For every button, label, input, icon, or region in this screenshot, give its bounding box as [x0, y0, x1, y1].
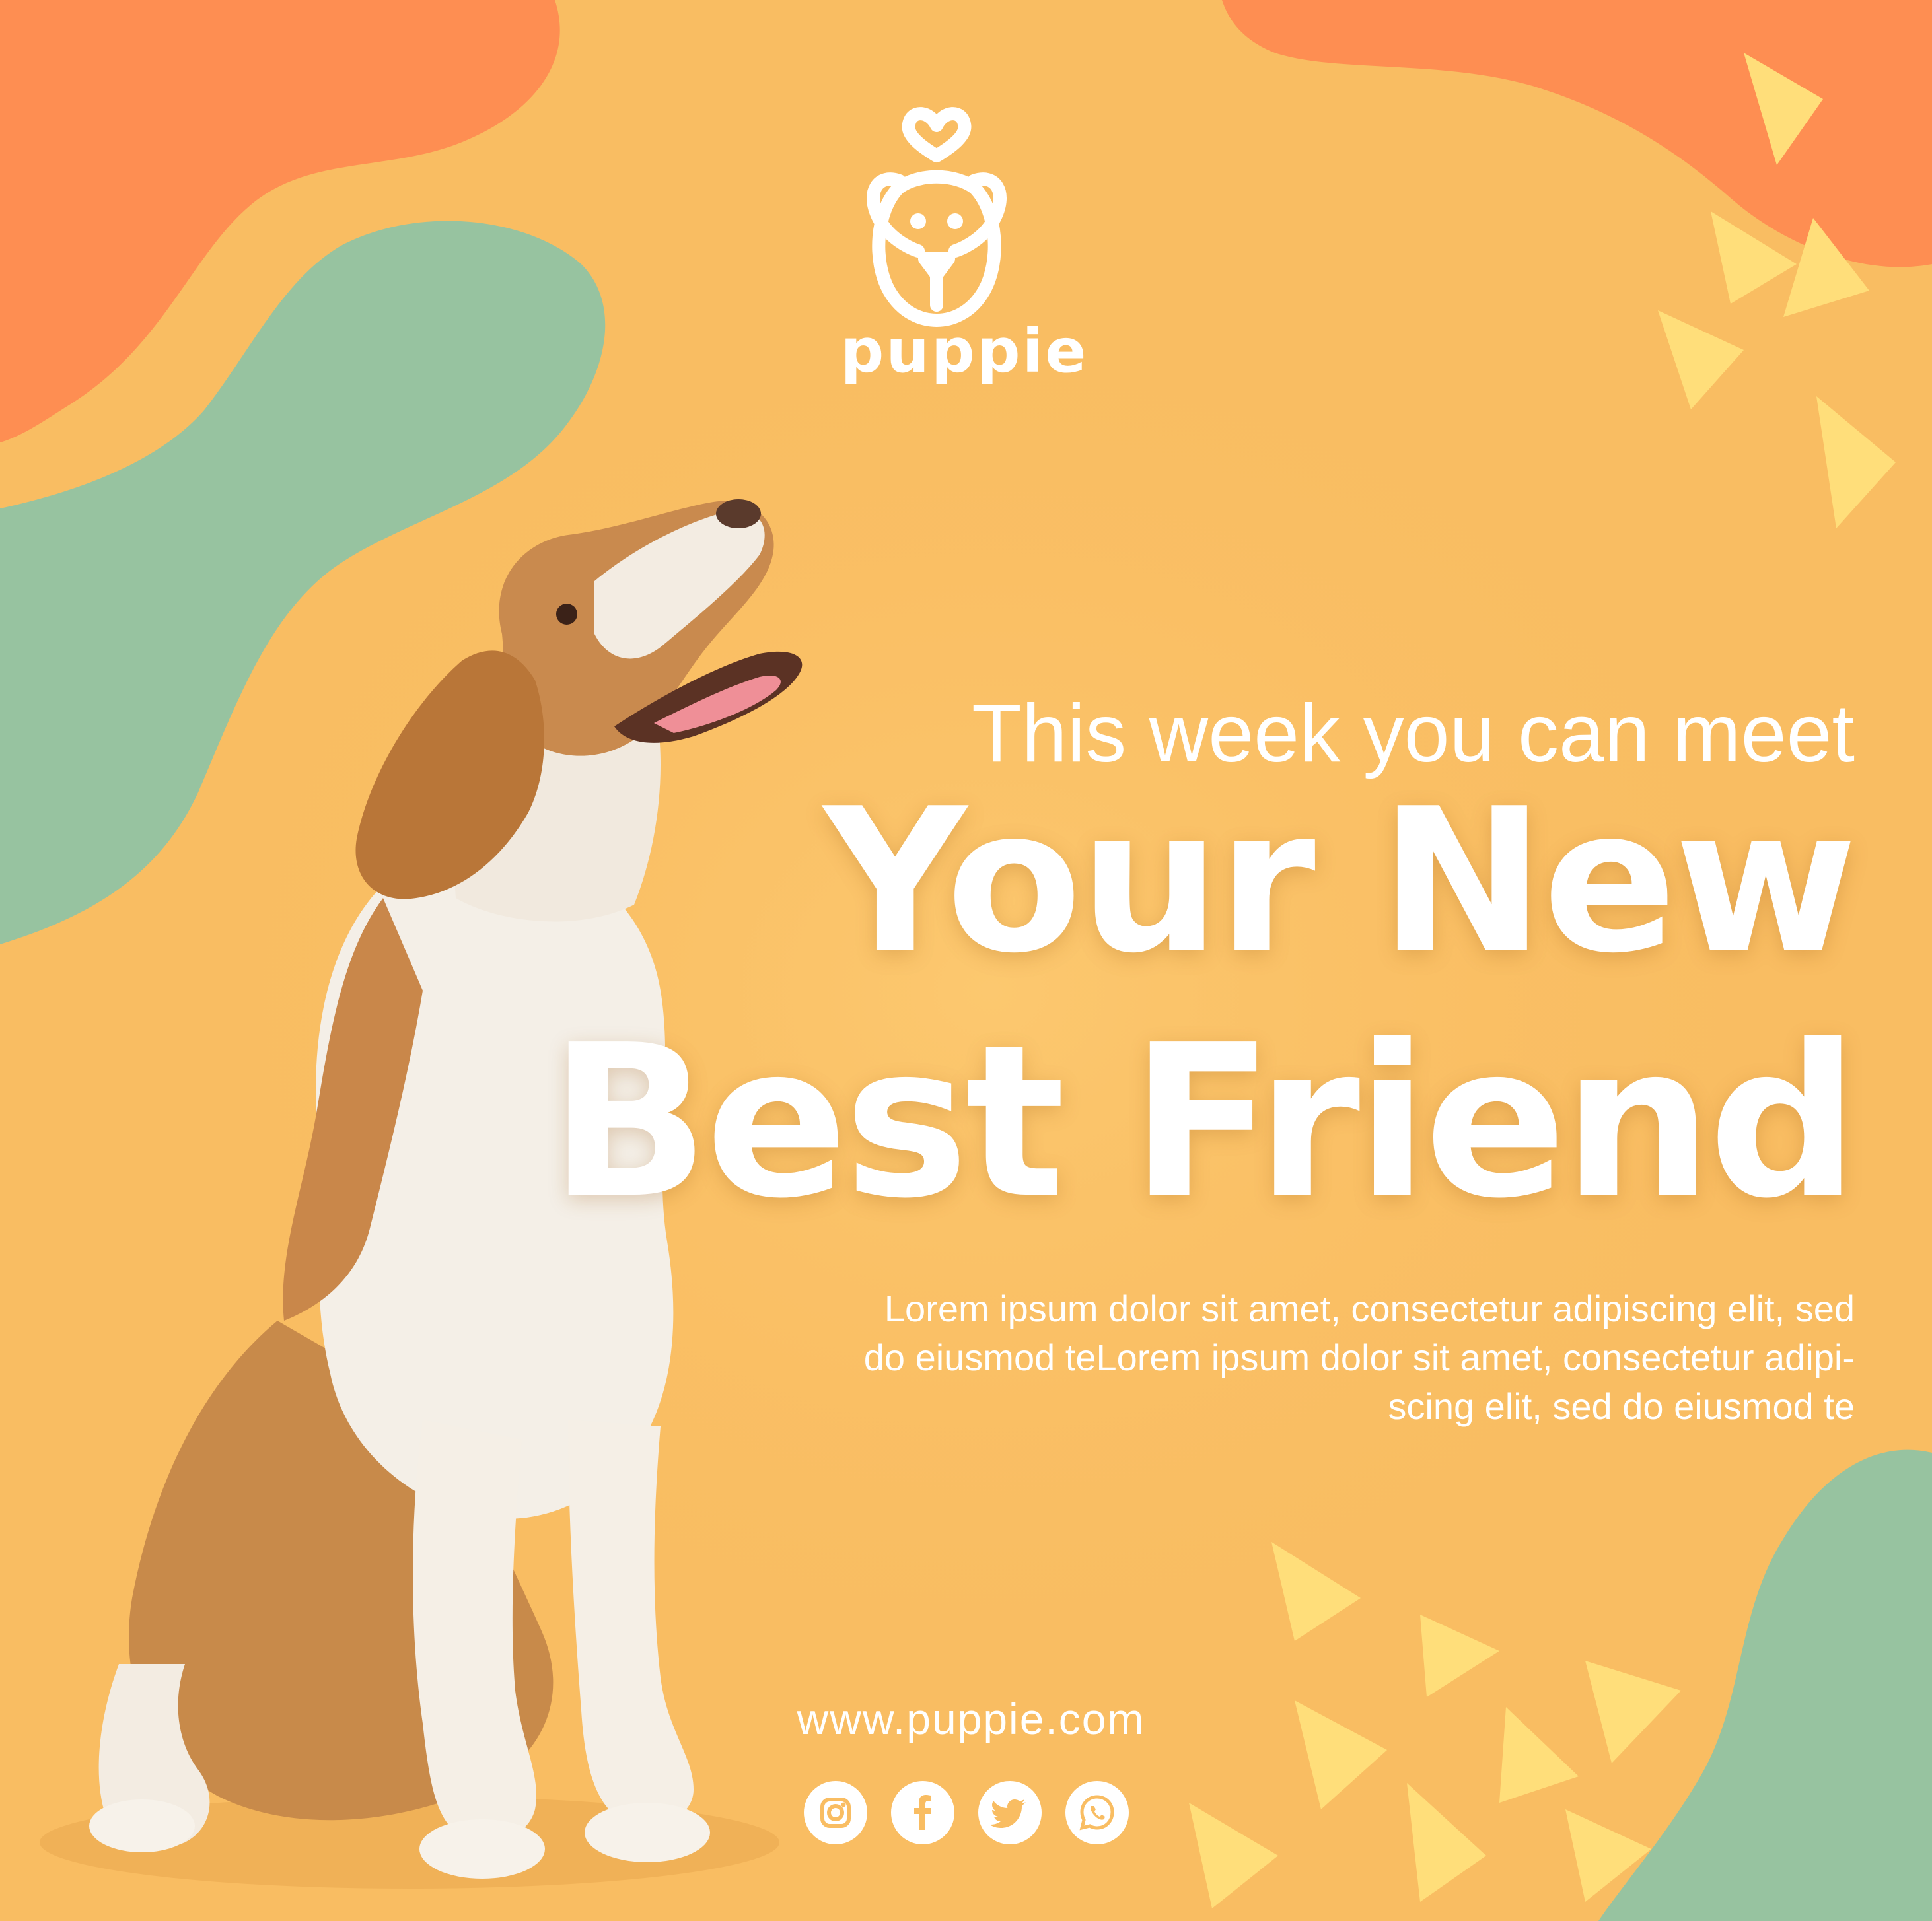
- facebook-icon[interactable]: [891, 1781, 954, 1844]
- dog-paw-back: [89, 1799, 195, 1852]
- body-line: Lorem ipsum dolor sit amet, consectetur …: [884, 1288, 1855, 1329]
- body-line: scing elit, sed do eiusmod te: [1388, 1385, 1855, 1427]
- dog-nose: [716, 499, 761, 528]
- dog-paw-right: [585, 1803, 710, 1862]
- logo-eye-left: [910, 213, 926, 229]
- logo-eye-right: [947, 213, 963, 229]
- hero-headline-line2: Best Friend: [549, 1000, 1859, 1244]
- hero-headline-line1: Your New: [823, 766, 1857, 996]
- hero-body-copy: Lorem ipsum dolor sit amet, consectetur …: [732, 1284, 1855, 1431]
- instagram-icon[interactable]: [804, 1781, 867, 1844]
- brand-name: puppie: [840, 316, 1089, 386]
- body-line: do eiusmod teLorem ipsum dolor sit amet,…: [863, 1337, 1855, 1378]
- dog-eye: [556, 604, 577, 625]
- twitter-icon[interactable]: [978, 1781, 1042, 1844]
- dog-paw-left: [419, 1819, 545, 1879]
- promo-poster: puppie This week you can meet Your New B…: [0, 0, 1932, 1921]
- website-link[interactable]: www.puppie.com: [766, 1694, 1176, 1744]
- whatsapp-icon[interactable]: [1065, 1781, 1129, 1844]
